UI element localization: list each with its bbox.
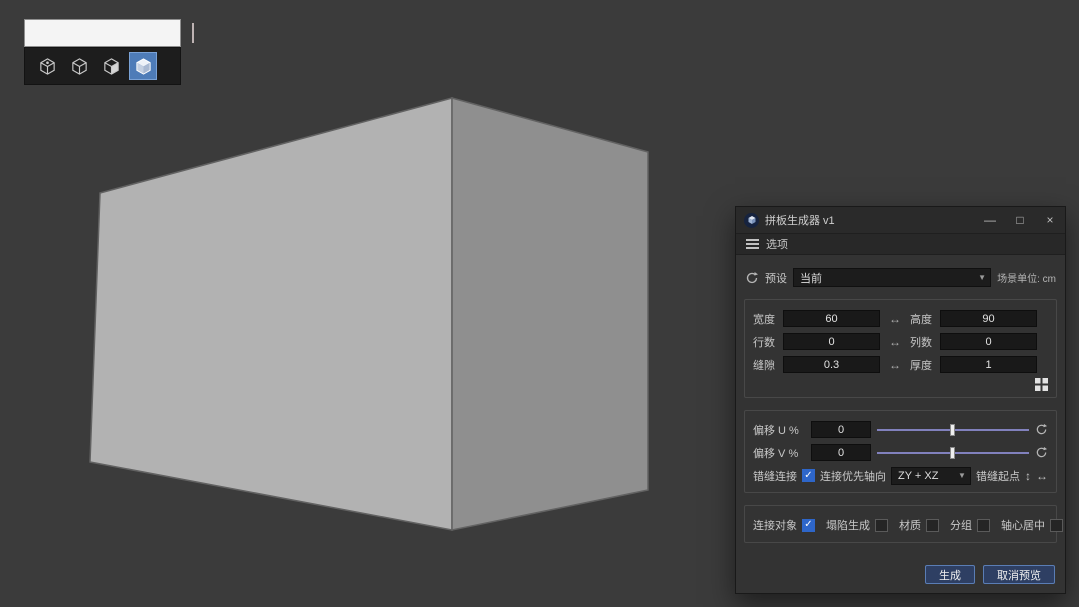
swap-rows-cols-icon[interactable]: ↔ — [886, 335, 904, 349]
pivot-option: 轴心居中 — [1001, 517, 1063, 533]
width-height-row: 宽度 ↔ 高度 — [753, 307, 1048, 330]
close-button[interactable]: × — [1035, 207, 1065, 233]
options-row: 连接对象 塌陷生成 材质 分组 轴心居中 — [753, 513, 1063, 537]
chevron-down-icon: ▼ — [978, 273, 987, 282]
height-label: 高度 — [910, 313, 932, 326]
preset-refresh-icon[interactable] — [745, 271, 759, 285]
group-checkbox[interactable] — [977, 518, 990, 532]
dialog-titlebar[interactable]: 拼板生成器 v1 — □ × — [736, 207, 1065, 233]
stagger-row: 错缝连接 连接优先轴向 ZY + XZ ▼ 错缝起点 ↕ ↔ — [753, 464, 1048, 487]
box-left-face[interactable] — [89, 97, 453, 531]
pivot-checkbox[interactable] — [1050, 518, 1063, 532]
app-cube-icon — [744, 212, 759, 228]
group-label: 分组 — [950, 520, 972, 532]
collapse-option: 塌陷生成 — [826, 517, 888, 533]
offset-group: 偏移 U % 偏移 V % 错缝连接 — [744, 410, 1057, 493]
options-group: 连接对象 塌陷生成 材质 分组 轴心居中 — [744, 505, 1063, 543]
cols-label: 列数 — [910, 336, 932, 349]
thickness-label: 厚度 — [910, 359, 932, 372]
width-label: 宽度 — [753, 313, 775, 326]
offset-u-reset-icon[interactable] — [1035, 423, 1048, 436]
stagger-checkbox[interactable] — [802, 469, 815, 482]
offset-v-row: 偏移 V % — [753, 441, 1048, 464]
cols-field[interactable] — [940, 333, 1037, 350]
preset-dropdown[interactable]: 当前 ▼ — [793, 268, 992, 287]
swap-gap-thickness-icon[interactable]: ↔ — [886, 358, 904, 372]
action-buttons: 生成 取消预览 — [925, 565, 1055, 584]
slider-handle[interactable] — [949, 423, 955, 436]
hamburger-menu-icon[interactable] — [746, 239, 759, 249]
scene-units-label: 场景单位: cm — [997, 274, 1056, 285]
grid-row — [753, 376, 1048, 392]
axis-priority-dropdown[interactable]: ZY + XZ ▼ — [891, 466, 971, 485]
material-checkbox[interactable] — [926, 518, 939, 532]
swap-width-height-icon[interactable]: ↔ — [886, 312, 904, 326]
minimize-button[interactable]: — — [975, 207, 1005, 233]
offset-v-field[interactable] — [811, 444, 871, 461]
offset-v-label: 偏移 V % — [753, 447, 799, 460]
gap-thickness-row: 缝隙 ↔ 厚度 — [753, 353, 1048, 376]
offset-u-field[interactable] — [811, 421, 871, 438]
offset-v-slider[interactable] — [877, 446, 1029, 460]
connect-option: 连接对象 — [753, 517, 815, 533]
pivot-label: 轴心居中 — [1001, 520, 1045, 532]
offset-u-label: 偏移 U % — [753, 424, 799, 437]
group-option: 分组 — [950, 517, 990, 533]
thickness-field[interactable] — [940, 356, 1037, 373]
menu-options[interactable]: 选项 — [766, 236, 788, 252]
height-field[interactable] — [940, 310, 1037, 327]
rows-label: 行数 — [753, 336, 775, 349]
rows-cols-row: 行数 ↔ 列数 — [753, 330, 1048, 353]
offset-u-slider[interactable] — [877, 423, 1029, 437]
material-option: 材质 — [899, 517, 939, 533]
stagger-start-horizontal-icon[interactable]: ↔ — [1036, 469, 1048, 483]
axis-priority-value: ZY + XZ — [898, 469, 939, 482]
generate-button[interactable]: 生成 — [925, 565, 975, 584]
cancel-preview-button[interactable]: 取消预览 — [983, 565, 1055, 584]
preset-row: 预设 当前 ▼ 场景单位: cm — [745, 268, 1056, 287]
stagger-label: 错缝连接 — [753, 470, 797, 483]
stagger-start-vertical-icon[interactable]: ↕ — [1025, 469, 1031, 483]
collapse-label: 塌陷生成 — [826, 520, 870, 532]
dimensions-group: 宽度 ↔ 高度 行数 ↔ 列数 缝隙 ↔ 厚度 — [744, 299, 1057, 398]
panel-generator-dialog: 拼板生成器 v1 — □ × 选项 预设 当前 ▼ 场景单位: cm 宽度 ↔ … — [735, 206, 1066, 594]
dialog-menubar: 选项 — [736, 233, 1065, 255]
material-label: 材质 — [899, 520, 921, 532]
preset-value: 当前 — [800, 272, 822, 285]
chevron-down-icon: ▼ — [958, 471, 966, 480]
offset-v-reset-icon[interactable] — [1035, 446, 1048, 459]
gap-label: 缝隙 — [753, 359, 775, 372]
connect-label: 连接对象 — [753, 520, 797, 532]
stagger-start-icons: ↕ ↔ — [1025, 469, 1048, 483]
axis-priority-label: 连接优先轴向 — [820, 470, 886, 483]
grid-icon[interactable] — [1035, 377, 1048, 391]
slider-handle[interactable] — [949, 446, 955, 459]
collapse-checkbox[interactable] — [875, 518, 888, 532]
box-right-face[interactable] — [451, 97, 649, 531]
dialog-title: 拼板生成器 v1 — [765, 215, 835, 227]
width-field[interactable] — [783, 310, 880, 327]
connect-checkbox[interactable] — [802, 518, 815, 532]
maximize-button[interactable]: □ — [1005, 207, 1035, 233]
stagger-start-label: 错缝起点 — [976, 470, 1020, 483]
offset-u-row: 偏移 U % — [753, 418, 1048, 441]
rows-field[interactable] — [783, 333, 880, 350]
gap-field[interactable] — [783, 356, 880, 373]
viewport-3d[interactable] — [0, 0, 700, 560]
preset-label: 预设 — [765, 272, 787, 285]
